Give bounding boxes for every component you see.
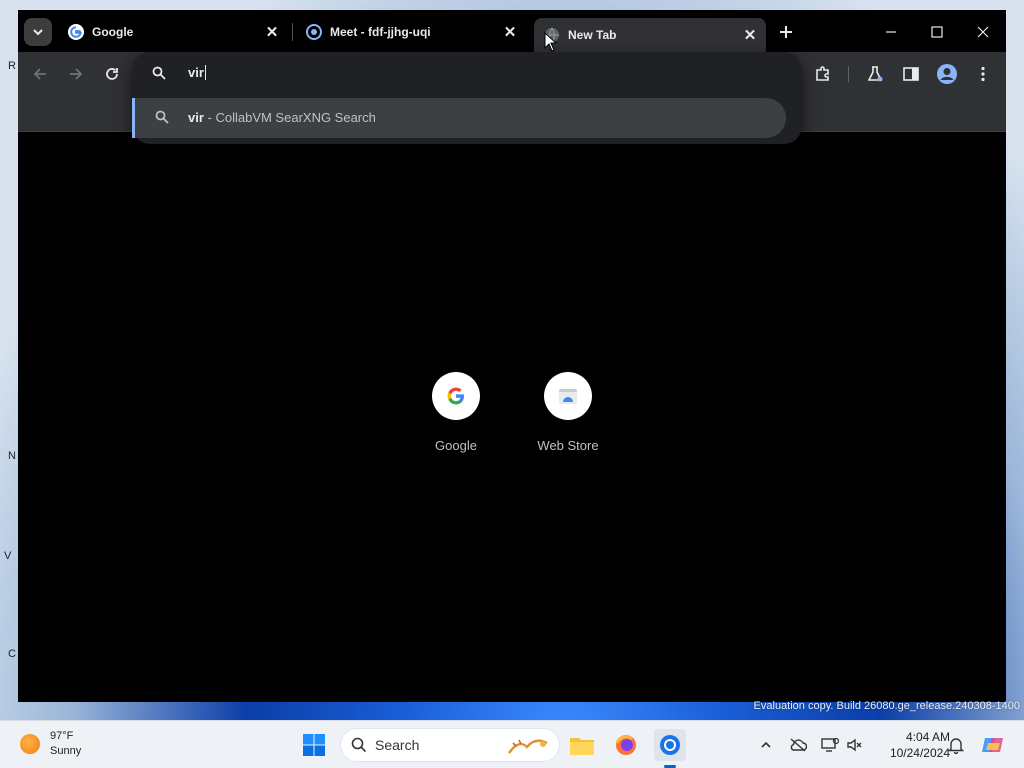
search-icon [155,110,169,129]
plus-icon [780,26,792,38]
weather-temp: 97°F [50,730,74,742]
network-monitor-icon [821,737,839,752]
puzzle-piece-icon [816,66,829,81]
mouse-pointer-icon [544,32,558,52]
copilot-icon [982,738,1003,752]
profile-button[interactable] [935,62,959,86]
desktop-icon-label-fragment: V [4,550,12,562]
start-button[interactable] [298,729,330,761]
omnibox-suggestion[interactable]: vir - CollabVM SearXNG Search [132,98,786,138]
taskbar: 97°F Sunny Search 4:04 AM 10/24/2024 [0,720,1024,768]
extensions-button[interactable] [811,62,835,86]
firefox-button[interactable] [610,729,642,761]
suggestion-separator: - [203,110,216,125]
desktop-icon-label-fragment: R [8,60,16,72]
suggestion-query: vir [188,110,204,125]
show-hidden-icons-button[interactable] [756,735,776,755]
new-tab-button[interactable] [774,20,798,44]
arrow-right-icon [70,68,83,80]
firefox-icon [615,735,636,755]
sun-icon [20,734,40,754]
speaker-muted-icon [847,738,862,752]
tab-new-tab[interactable]: New Tab ✕ [534,18,766,52]
reload-icon [106,68,118,80]
forward-button[interactable] [64,62,88,86]
close-icon[interactable]: ✕ [262,22,282,42]
tab-title: Meet - fdf-jjhg-uqi [330,25,431,39]
volume-tray-icon[interactable] [845,735,865,755]
menu-button[interactable] [971,62,995,86]
bell-icon [948,738,964,754]
more-vertical-icon [981,66,985,82]
flask-icon [867,66,883,82]
shortcut-label: Google [435,438,477,453]
search-highlight-icon [508,739,548,754]
cloud-offline-icon [790,738,807,752]
close-window-button[interactable] [960,18,1006,46]
notifications-button[interactable] [946,735,966,755]
chrome-window: Google ✕ Meet - fdf-jjhg-uqi ✕ New Tab ✕… [18,10,1006,702]
clock-time: 4:04 AM [905,730,950,744]
tab-google[interactable]: Google ✕ [58,18,288,46]
minimize-icon [886,31,896,33]
close-icon[interactable]: ✕ [740,25,760,45]
side-panel-button[interactable] [899,62,923,86]
side-panel-icon [903,67,919,81]
maximize-icon [931,26,943,38]
google-g-icon [432,372,480,420]
taskbar-search-placeholder: Search [375,737,420,753]
shortcut-label: Web Store [537,438,599,453]
network-tray-icon[interactable] [820,735,840,755]
tab-divider [292,23,293,41]
copilot-button[interactable] [980,732,1006,758]
system-clock[interactable]: 4:04 AM 10/24/2024 [870,729,950,761]
search-icon [351,737,367,753]
search-icon [152,66,166,85]
taskbar-search-box[interactable]: Search [340,728,560,762]
labs-button[interactable] [863,62,887,86]
chevron-up-icon [761,741,771,748]
tab-meet[interactable]: Meet - fdf-jjhg-uqi ✕ [296,18,526,46]
onedrive-tray-icon[interactable] [788,735,808,755]
chrome-icon [660,735,680,755]
clock-date: 10/24/2024 [889,746,950,760]
omnibox-input-text: vir [188,65,204,80]
tab-title: Google [92,25,134,39]
evaluation-watermark: Evaluation copy. Build 26080.ge_release.… [753,700,1020,712]
desktop-icon-label-fragment: C [8,648,16,660]
text-caret [204,65,206,80]
shortcut-web-store[interactable]: Web Store [518,372,618,453]
tab-search-button[interactable] [24,18,52,46]
maximize-button[interactable] [914,18,960,46]
file-explorer-button[interactable] [566,729,598,761]
minimize-button[interactable] [868,18,914,46]
close-icon [977,26,989,38]
suggestion-engine: CollabVM SearXNG Search [215,110,376,125]
omnibox-dropdown: vir vir - CollabVM SearXNG Search [132,52,802,144]
reload-button[interactable] [100,62,124,86]
close-icon[interactable]: ✕ [500,22,520,42]
web-store-icon [544,372,592,420]
desktop-icon-label-fragment: N [8,450,16,462]
tab-title: New Tab [568,28,617,42]
back-button[interactable] [28,62,52,86]
folder-icon [570,738,594,755]
tab-strip: Google ✕ Meet - fdf-jjhg-uqi ✕ New Tab ✕ [18,10,1006,52]
omnibox-input[interactable]: vir [188,65,206,80]
weather-widget[interactable]: 97°F Sunny [20,729,81,759]
suggestion-text: vir - CollabVM SearXNG Search [188,110,376,125]
windows-logo-icon [303,734,325,756]
omnibox[interactable]: vir [132,52,802,96]
avatar-icon [937,64,957,84]
weather-condition: Sunny [50,745,82,757]
shortcut-google[interactable]: Google [406,372,506,453]
arrow-left-icon [33,68,46,80]
google-g-icon [68,24,84,40]
toolbar-divider [848,66,849,82]
chrome-taskbar-button[interactable] [654,729,686,761]
meet-icon [306,24,322,40]
chevron-down-icon [33,29,43,36]
